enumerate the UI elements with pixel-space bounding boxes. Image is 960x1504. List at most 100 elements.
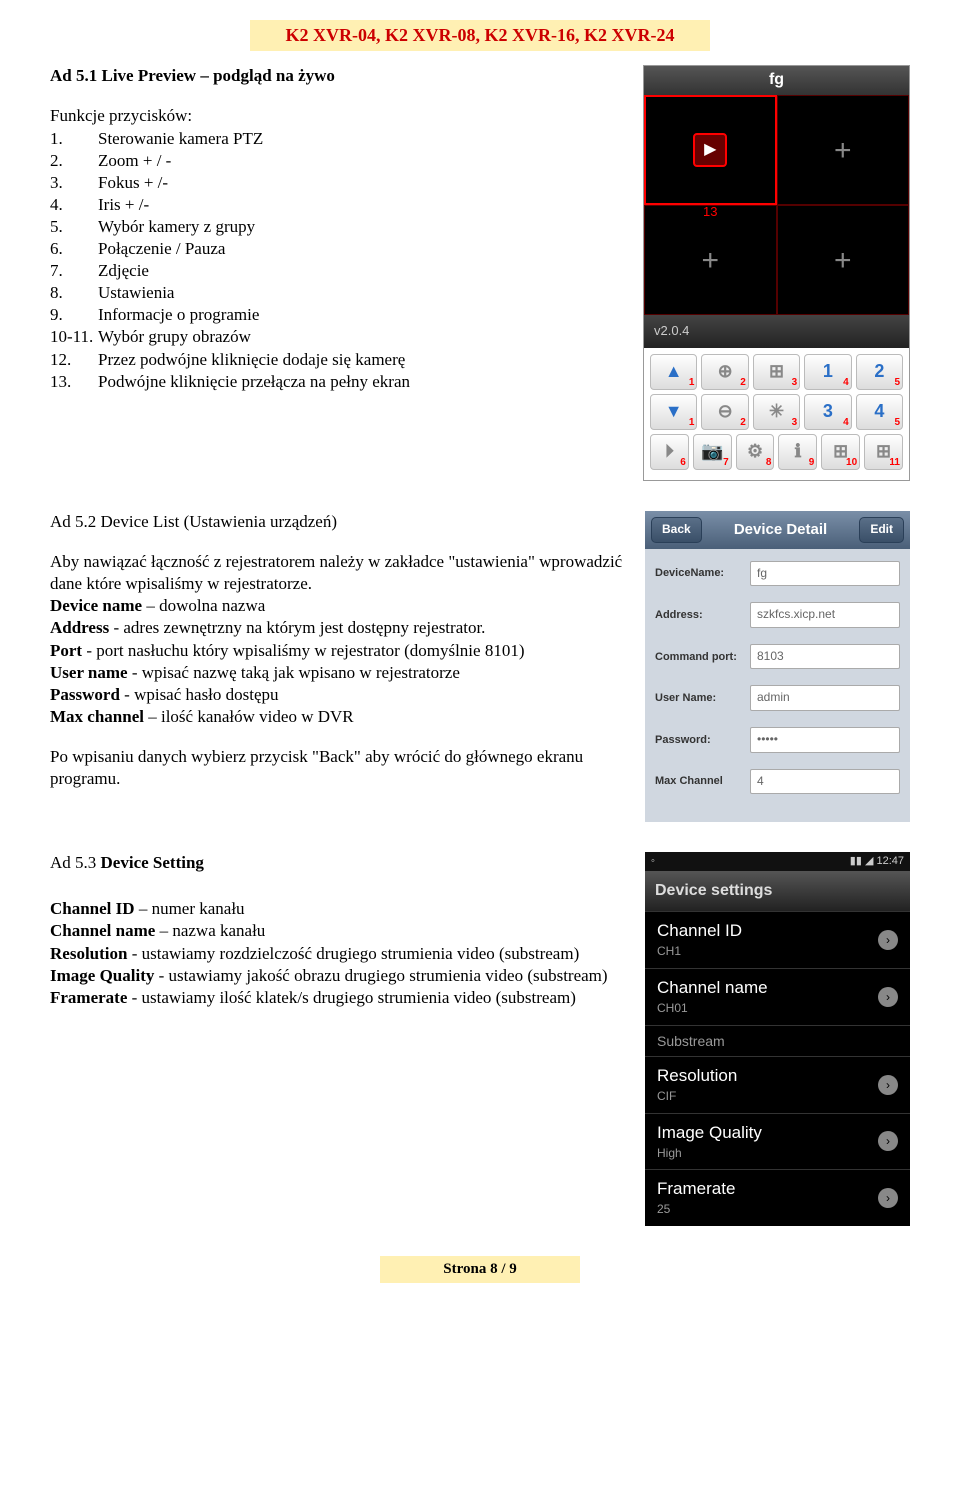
group-up-button[interactable]: 25 [856,354,903,390]
address-input[interactable]: szkfcs.xicp.net [750,602,900,628]
plus-icon: + [834,241,852,280]
btn-num: 9 [809,456,815,469]
substream-header: Substream [645,1025,910,1056]
section-title-5-3: Ad 5.3 Device Setting [50,852,625,874]
back-button[interactable]: Back [651,517,702,543]
snapshot-button[interactable]: 📷7 [693,434,732,470]
device-name-input[interactable]: fg [750,561,900,587]
btn-num: 5 [894,416,900,429]
field-name: Max channel [50,707,144,726]
channel-name-item[interactable]: Channel name CH01 › [645,968,910,1025]
plus-icon: + [834,131,852,170]
user-name-input[interactable]: admin [750,685,900,711]
field-label: Max Channel [655,774,750,788]
list-num: 3. [50,172,98,194]
group-next-button[interactable]: ⊞11 [864,434,903,470]
list-item: Wybór grupy obrazów [98,326,251,348]
iris-close-button[interactable]: 34 [804,394,851,430]
field-name: Image Quality [50,966,154,985]
title-prefix: Ad 5.1 [50,66,101,85]
camera-cell[interactable]: + [777,95,910,205]
field-label: DeviceName: [655,566,750,580]
field-name: User name [50,663,128,682]
field-name: Port [50,641,82,660]
field-name: Channel name [50,921,155,940]
settings-button[interactable]: ⚙8 [736,434,775,470]
list-num: 5. [50,216,98,238]
field-name: Device name [50,596,142,615]
title-bold: Device Setting [101,853,204,872]
info-button[interactable]: ℹ9 [778,434,817,470]
btn-num: 4 [843,416,849,429]
field-desc: - ustawiamy rozdzielczość drugiego strum… [127,944,579,963]
item-value: High [657,1146,762,1162]
edit-button[interactable]: Edit [859,517,904,543]
zoom-in-icon: ⊕ [718,360,733,383]
chevron-right-icon: › [878,987,898,1007]
play-icon: ⏵ [665,440,674,463]
section-title-5-1: Ad 5.1 Live Preview – podgląd na żywo [50,65,623,87]
field-name: Resolution [50,944,127,963]
title-prefix: Ad 5.3 [50,853,101,872]
ptz-down-button[interactable]: ▼1 [650,394,697,430]
btn-num: 2 [740,416,746,429]
camera-cell[interactable]: + [777,205,910,315]
image-quality-item[interactable]: Image Quality High › [645,1113,910,1170]
field-name: Password [50,685,120,704]
resolution-item[interactable]: ResolutionCIF › [645,1056,910,1113]
clock: 12:47 [876,855,904,867]
chevron-right-icon: › [878,1131,898,1151]
list-item: Iris + /- [98,194,149,216]
field-label: Command port: [655,650,750,664]
signal-icon: ▮▮ ◢ [850,855,874,867]
camera-cell-selected[interactable]: ▶ 13 [644,95,777,205]
channel-id-item[interactable]: Channel IDCH1 › [645,911,910,968]
camera-cell[interactable]: + [644,205,777,315]
focus-icon: ⊞ [769,360,784,383]
device-settings-mock: ◦ ▮▮ ◢ 12:47 Device settings Channel IDC… [645,852,910,1226]
list-item: Informacje o programie [98,304,259,326]
btn-num: 1 [689,376,695,389]
list-num: 12. [50,349,98,371]
field-name: Framerate [50,988,127,1007]
group-down-button[interactable]: 45 [856,394,903,430]
iris-open-button[interactable]: 14 [804,354,851,390]
focus-far-button[interactable]: ⊞3 [753,354,800,390]
item-value: 25 [657,1202,735,1218]
num-icon: 4 [874,400,884,423]
item-label: Image Quality [657,1123,762,1142]
field-label: Address: [655,608,750,622]
title-bold: Live Preview [101,66,196,85]
list-item: Wybór kamery z grupy [98,216,255,238]
max-channel-input[interactable]: 4 [750,769,900,795]
field-desc: – numer kanału [135,899,245,918]
group-prev-button[interactable]: ⊞10 [821,434,860,470]
list-item: Zoom + / - [98,150,171,172]
ptz-up-button[interactable]: ▲1 [650,354,697,390]
btn-num: 11 [889,456,900,469]
status-bar: ◦ ▮▮ ◢ 12:47 [645,852,910,870]
list-num: 4. [50,194,98,216]
chevron-right-icon: › [878,930,898,950]
title-main: Device List (Ustawienia urządzeń) [101,512,337,531]
list-num: 7. [50,260,98,282]
section-title-5-2: Ad 5.2 Device List (Ustawienia urządzeń) [50,511,625,533]
chevron-right-icon: › [878,1075,898,1095]
zoom-in-button[interactable]: ⊕2 [701,354,748,390]
command-port-input[interactable]: 8103 [750,644,900,670]
btn-num: 8 [766,456,772,469]
item-label: Channel name [657,978,768,997]
framerate-item[interactable]: Framerate25 › [645,1169,910,1226]
field-label: Password: [655,733,750,747]
arrow-down-icon: ▼ [665,400,683,423]
btn-num: 5 [894,376,900,389]
btn-num: 3 [792,416,798,429]
num-icon: 1 [823,360,833,383]
item-value: CH01 [657,1001,768,1017]
password-input[interactable]: ••••• [750,727,900,753]
play-pause-button[interactable]: ⏵6 [650,434,689,470]
focus-near-button[interactable]: ✳3 [753,394,800,430]
zoom-out-button[interactable]: ⊖2 [701,394,748,430]
play-icon[interactable]: ▶ [693,133,727,167]
aperture-icon: ✳ [769,400,784,423]
